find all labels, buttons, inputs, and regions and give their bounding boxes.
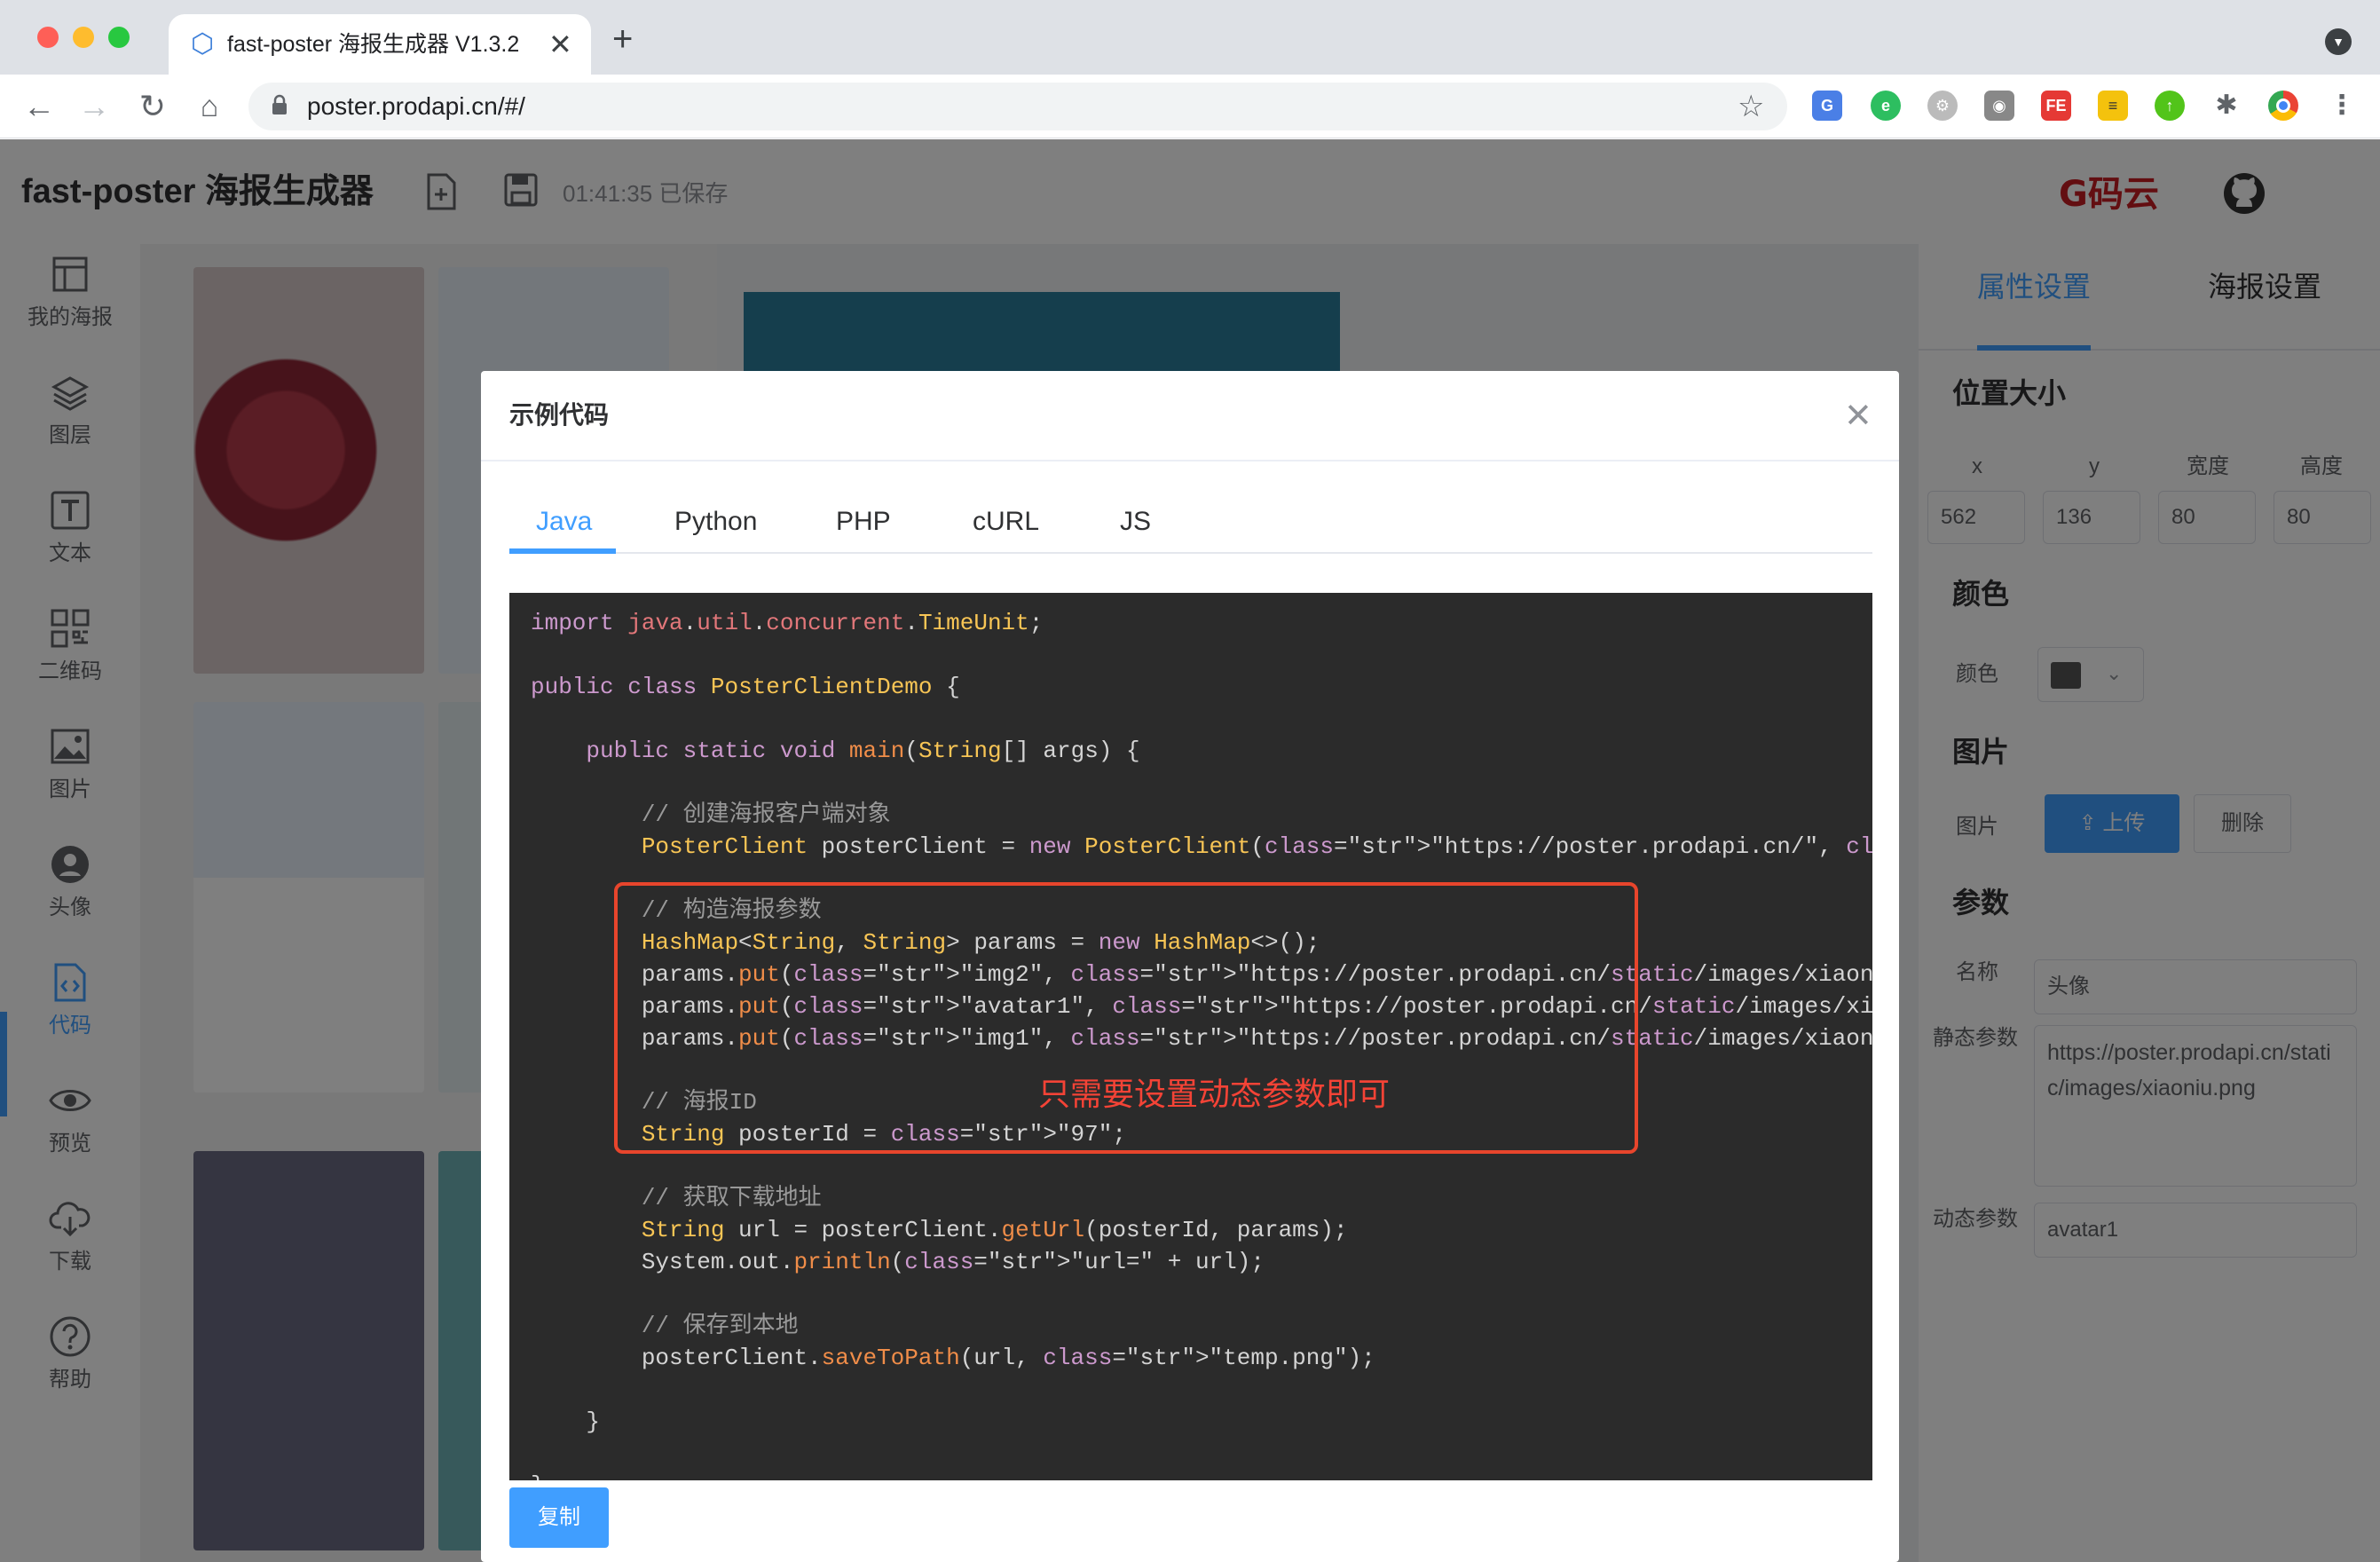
code-token: java [627, 610, 683, 636]
menu-icon[interactable]: ⋮ [2327, 91, 2357, 121]
zoom-window-icon[interactable] [108, 27, 130, 48]
back-icon[interactable]: ← [20, 87, 59, 126]
code-token: new [1028, 833, 1071, 860]
extension-icon[interactable]: ≡ [2098, 91, 2128, 121]
tab-python[interactable]: Python [674, 504, 757, 540]
code-token: static [682, 738, 767, 764]
translate-icon[interactable]: G [1812, 91, 1842, 121]
puzzle-icon[interactable]: ✱ [2211, 91, 2242, 121]
copy-button[interactable]: 复制 [509, 1487, 609, 1548]
code-token: class [627, 674, 697, 700]
tab-php[interactable]: PHP [836, 504, 891, 540]
close-window-icon[interactable] [37, 27, 59, 48]
code-token: class [1846, 833, 1872, 860]
code-token: // 获取下载地址 [531, 1185, 822, 1211]
code-token: util [697, 610, 753, 636]
code-token: static [1651, 993, 1736, 1020]
extension-icon[interactable]: ↑ [2155, 91, 2185, 121]
code-token: String [641, 1217, 725, 1243]
code-token: PosterClient [1084, 833, 1251, 860]
tab-close-icon[interactable]: ✕ [548, 27, 572, 62]
home-icon[interactable]: ⌂ [190, 87, 229, 126]
code-token: class [904, 1249, 974, 1275]
lock-icon [272, 94, 287, 114]
browser-tab[interactable]: ⬡ fast-poster 海报生成器 V1.3.2 ✕ [169, 14, 591, 75]
code-token: String [918, 738, 1002, 764]
fe-icon[interactable]: FE [2041, 91, 2071, 121]
code-token: class [1043, 1345, 1113, 1371]
tab-search-icon[interactable]: ▼ [2325, 28, 2352, 55]
annotation-note: 只需要设置动态参数即可 [1038, 1076, 1391, 1112]
tab-title: fast-poster 海报生成器 V1.3.2 [227, 32, 520, 57]
code-token: PosterClientDemo [710, 674, 933, 700]
close-icon[interactable]: ✕ [1844, 398, 1872, 433]
code-token: println [793, 1249, 891, 1275]
code-token: import [531, 610, 614, 636]
code-token: getUrl [1001, 1217, 1085, 1243]
address-bar[interactable]: poster.prodapi.cn/#/ ☆ [248, 83, 1787, 130]
bookmark-star-icon[interactable]: ☆ [1738, 89, 1764, 124]
extension-icon[interactable]: ⚙ [1927, 91, 1958, 121]
tabs-divider [509, 552, 1872, 554]
forward-icon[interactable]: → [75, 87, 114, 126]
code-token: saveToPath [821, 1345, 960, 1371]
tab-java[interactable]: Java [536, 504, 592, 540]
code-token: PosterClient [641, 833, 808, 860]
evernote-icon[interactable]: e [1871, 91, 1901, 121]
code-token: TimeUnit [918, 610, 1029, 636]
url-text: poster.prodapi.cn/#/ [307, 92, 525, 120]
code-token: class [1264, 833, 1334, 860]
new-tab-button[interactable]: + [612, 21, 633, 57]
code-token: // 保存到本地 [531, 1313, 799, 1339]
chrome-icon[interactable] [2268, 91, 2298, 121]
dialog-title: 示例代码 [509, 401, 610, 429]
cube-icon: ⬡ [190, 29, 215, 59]
code-token: // 创建海报客户端对象 [531, 801, 891, 828]
browser-tab-bar: ⬡ fast-poster 海报生成器 V1.3.2 ✕ + ▼ [0, 0, 2380, 75]
camera-icon[interactable]: ◉ [1984, 91, 2014, 121]
code-token: public [586, 738, 670, 764]
code-token: public [531, 674, 614, 700]
tab-active-indicator [509, 548, 616, 554]
code-token: main [848, 738, 905, 764]
code-token: void [779, 738, 836, 764]
minimize-window-icon[interactable] [73, 27, 94, 48]
reload-icon[interactable]: ↻ [133, 87, 172, 126]
tab-js[interactable]: JS [1120, 504, 1151, 540]
browser-toolbar: ← → ↻ ⌂ poster.prodapi.cn/#/ ☆ G e ⚙ ◉ F… [0, 75, 2380, 138]
code-token: concurrent [766, 610, 905, 636]
dialog-header-divider [481, 460, 1899, 462]
tab-curl[interactable]: cURL [973, 504, 1039, 540]
